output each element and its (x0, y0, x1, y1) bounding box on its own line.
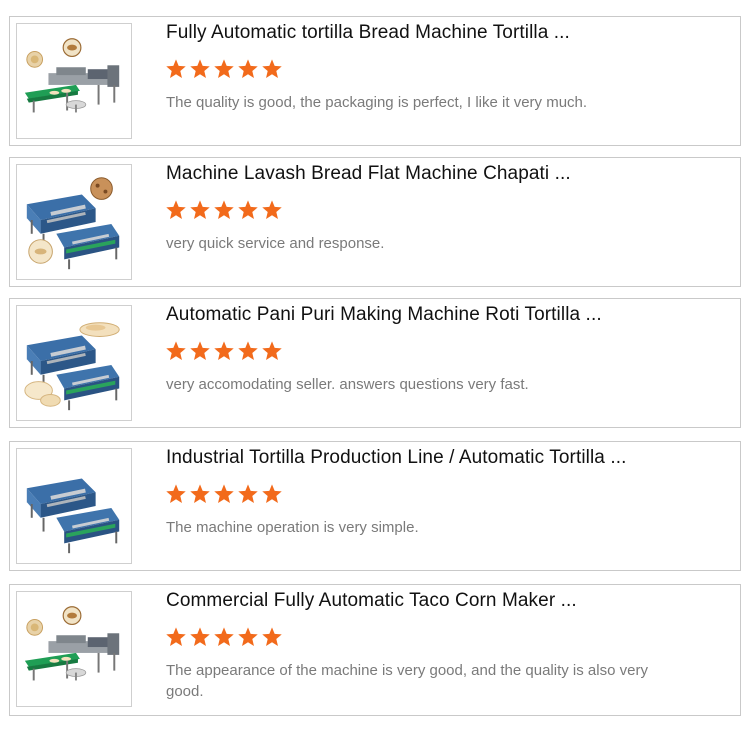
product-title[interactable]: Industrial Tortilla Production Line / Au… (166, 447, 626, 469)
lavash-machine-image (17, 177, 131, 279)
tortilla-machine-image (17, 24, 131, 138)
star-icon (237, 483, 259, 505)
star-icon (165, 626, 187, 648)
star-icon (237, 58, 259, 80)
product-title[interactable]: Machine Lavash Bread Flat Machine Chapat… (166, 163, 571, 185)
review-card[interactable]: Machine Lavash Bread Flat Machine Chapat… (9, 157, 741, 287)
star-icon (213, 483, 235, 505)
review-comment: The quality is good, the packaging is pe… (166, 94, 588, 111)
star-icon (165, 483, 187, 505)
star-rating (165, 58, 283, 80)
star-icon (189, 340, 211, 362)
star-icon (237, 340, 259, 362)
star-icon (261, 340, 283, 362)
star-icon (213, 340, 235, 362)
product-thumbnail[interactable] (16, 305, 132, 421)
product-thumbnail[interactable] (16, 23, 132, 139)
star-icon (189, 626, 211, 648)
review-comment: very quick service and response. (166, 235, 385, 252)
star-icon (189, 199, 211, 221)
star-icon (213, 626, 235, 648)
review-comment: The machine operation is very simple. (166, 519, 419, 536)
star-icon (261, 58, 283, 80)
review-comment: The appearance of the machine is very go… (166, 662, 648, 700)
star-rating (165, 199, 283, 221)
star-rating (165, 626, 283, 648)
product-title[interactable]: Commercial Fully Automatic Taco Corn Mak… (166, 590, 577, 612)
review-card[interactable]: Industrial Tortilla Production Line / Au… (9, 441, 741, 571)
product-title[interactable]: Automatic Pani Puri Making Machine Roti … (166, 304, 602, 326)
star-icon (261, 199, 283, 221)
star-rating (165, 483, 283, 505)
star-icon (165, 199, 187, 221)
star-icon (237, 626, 259, 648)
star-icon (237, 199, 259, 221)
product-thumbnail[interactable] (16, 591, 132, 707)
review-list: Fully Automatic tortilla Bread Machine T… (0, 0, 750, 730)
star-icon (189, 483, 211, 505)
product-thumbnail[interactable] (16, 164, 132, 280)
star-icon (213, 58, 235, 80)
star-icon (261, 483, 283, 505)
product-thumbnail[interactable] (16, 448, 132, 564)
taco-maker-image (17, 592, 131, 706)
review-card[interactable]: Commercial Fully Automatic Taco Corn Mak… (9, 584, 741, 716)
star-icon (189, 58, 211, 80)
star-icon (165, 340, 187, 362)
star-rating (165, 340, 283, 362)
tortilla-production-line-image (17, 449, 131, 563)
pani-puri-machine-image (24, 322, 120, 420)
review-card[interactable]: Automatic Pani Puri Making Machine Roti … (9, 298, 741, 428)
review-comment: very accomodating seller. answers questi… (166, 376, 529, 393)
star-icon (165, 58, 187, 80)
product-title[interactable]: Fully Automatic tortilla Bread Machine T… (166, 22, 570, 44)
review-card[interactable]: Fully Automatic tortilla Bread Machine T… (9, 16, 741, 146)
star-icon (261, 626, 283, 648)
star-icon (213, 199, 235, 221)
